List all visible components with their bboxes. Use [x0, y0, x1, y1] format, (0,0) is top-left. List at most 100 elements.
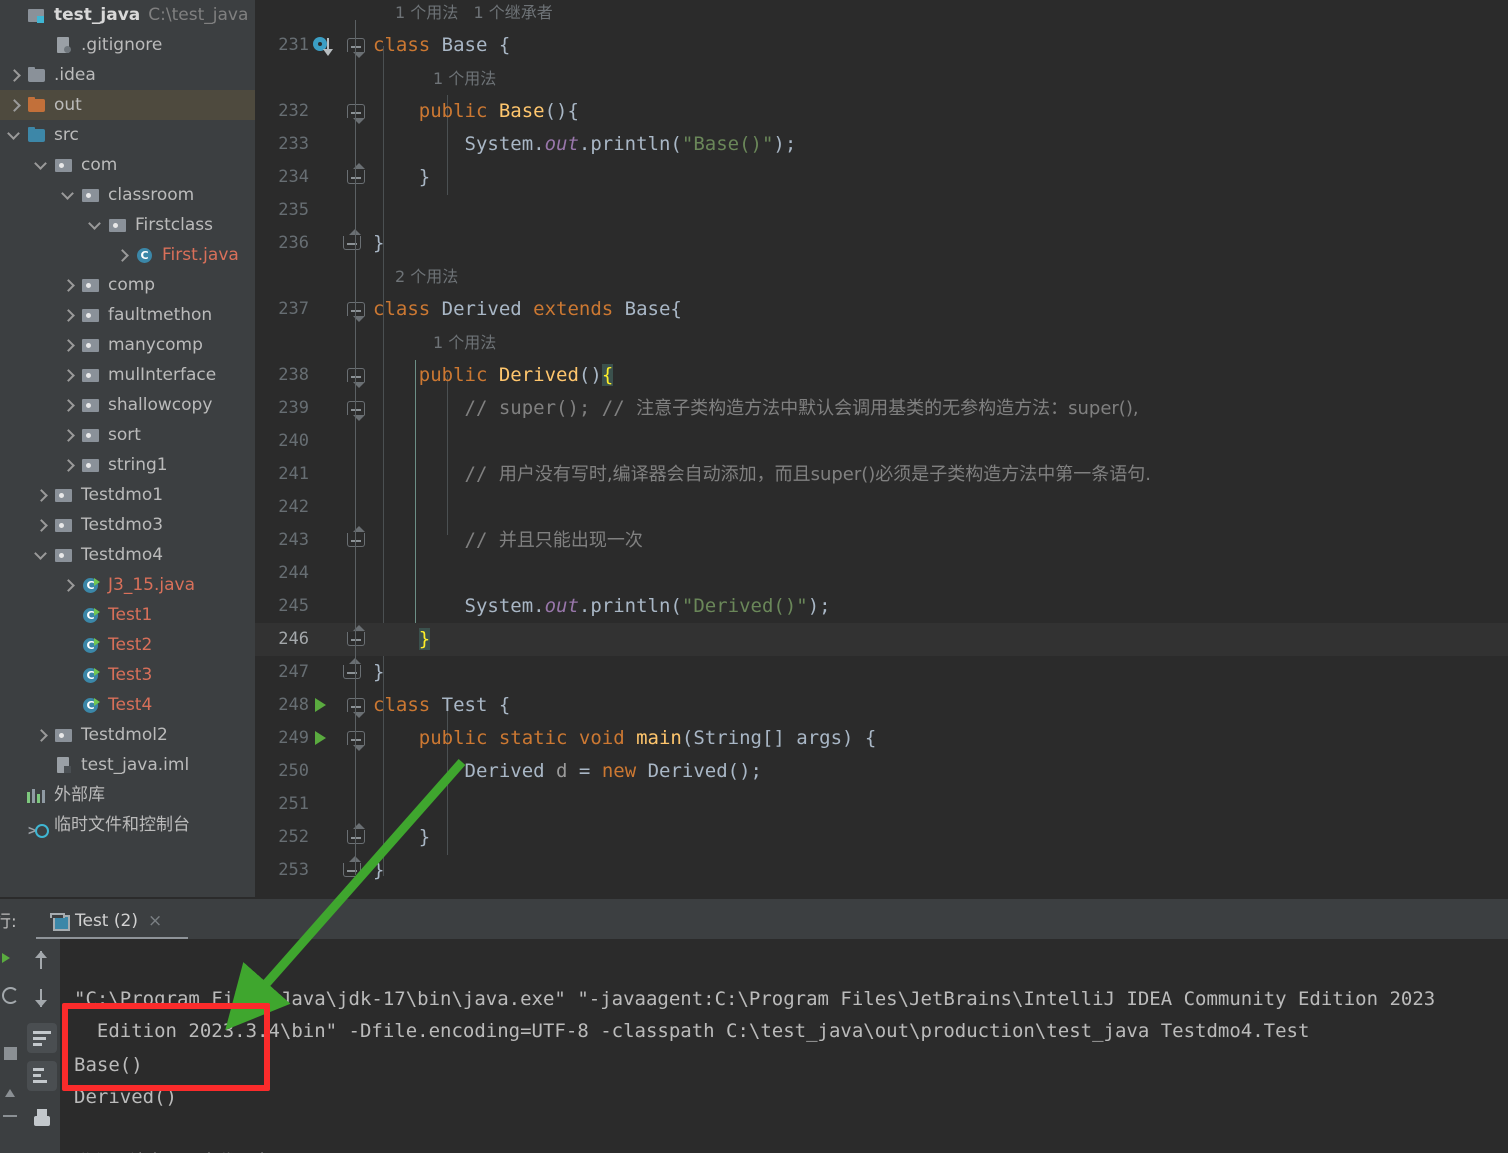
chevron-down-icon[interactable] — [35, 548, 49, 562]
editor-line[interactable]: 251 — [255, 788, 1508, 821]
code-fold-close-icon[interactable] — [347, 823, 365, 844]
minimize-icon[interactable] — [3, 1115, 17, 1117]
editor-line[interactable]: 235 — [255, 194, 1508, 227]
editor-line[interactable]: 247} — [255, 656, 1508, 689]
chevron-right-icon[interactable] — [62, 278, 76, 292]
chevron-right-icon[interactable] — [62, 398, 76, 412]
code-fold-close-icon[interactable] — [343, 229, 361, 250]
tree-item-mulinterface[interactable]: mulInterface — [0, 360, 255, 390]
code-fold-open-icon[interactable] — [347, 104, 365, 124]
restart-icon[interactable] — [2, 987, 19, 1004]
tree-item-test-java-iml[interactable]: test_java.iml — [0, 750, 255, 780]
tree-item-j3-15-java[interactable]: J3_15.java — [0, 570, 255, 600]
close-icon[interactable]: × — [148, 911, 162, 931]
code-fold-close-icon[interactable] — [343, 658, 361, 679]
inlay-usage-hint[interactable]: 1 个用法 1 个继承者 — [395, 0, 553, 28]
code-fold-open-icon[interactable] — [347, 401, 365, 421]
rerun-icon[interactable] — [2, 953, 10, 963]
tree-item-faultmethon[interactable]: faultmethon — [0, 300, 255, 330]
code-fold-close-icon[interactable] — [347, 625, 365, 646]
editor-line[interactable]: 237 class Derived extends Base{ — [255, 293, 1508, 326]
tree-item-testdmo3[interactable]: Testdmo3 — [0, 510, 255, 540]
code-fold-open-icon[interactable] — [347, 302, 365, 322]
tree-item-firstclass[interactable]: Firstclass — [0, 210, 255, 240]
run-gutter-icon[interactable] — [315, 731, 326, 745]
run-tab-test[interactable]: Test (2) × — [40, 903, 172, 939]
inlay-usage-hint[interactable]: 1 个用法 — [433, 328, 496, 358]
tree-item-test2[interactable]: Test2 — [0, 630, 255, 660]
collapse-icon[interactable] — [5, 1089, 15, 1097]
run-controls-strip[interactable] — [0, 939, 22, 1153]
chevron-right-icon[interactable] — [35, 488, 49, 502]
chevron-right-icon[interactable] — [8, 68, 22, 82]
tree-item-src[interactable]: src — [0, 120, 255, 150]
inlay-usage-hint[interactable]: 1 个用法 — [433, 64, 496, 94]
chevron-right-icon[interactable] — [62, 368, 76, 382]
scroll-down-button[interactable] — [27, 983, 57, 1013]
tree-item-first-java[interactable]: First.java — [0, 240, 255, 270]
code-fold-open-icon[interactable] — [347, 368, 365, 388]
tree-item--gitignore[interactable]: .gitignore — [0, 30, 255, 60]
tree-item-classroom[interactable]: classroom — [0, 180, 255, 210]
code-fold-open-icon[interactable] — [347, 698, 365, 718]
editor-line[interactable]: 232 public Base(){ — [255, 95, 1508, 128]
tree-item--[interactable]: 临时文件和控制台 — [0, 810, 255, 846]
tree-item-test1[interactable]: Test1 — [0, 600, 255, 630]
chevron-down-icon[interactable] — [35, 158, 49, 172]
tree-item-test3[interactable]: Test3 — [0, 660, 255, 690]
scroll-up-button[interactable] — [27, 945, 57, 975]
code-fold-close-icon[interactable] — [347, 163, 365, 184]
chevron-down-icon[interactable] — [8, 128, 22, 142]
tree-item-com[interactable]: com — [0, 150, 255, 180]
console-output[interactable]: "C:\Program Files\Java\jdk-17\bin\java.e… — [60, 939, 1508, 1153]
tree-item-comp[interactable]: comp — [0, 270, 255, 300]
tree-item--idea[interactable]: .idea — [0, 60, 255, 90]
editor-line[interactable]: 250 Derived d = new Derived(); — [255, 755, 1508, 788]
editor-line[interactable]: 245 System.out.println("Derived()"); — [255, 590, 1508, 623]
editor-line[interactable]: 236} — [255, 227, 1508, 260]
chevron-right-icon[interactable] — [62, 578, 76, 592]
scroll-to-end-button[interactable] — [27, 1061, 57, 1091]
editor-line[interactable]: 241 // 用户没有写时,编译器会自动添加，而且super()必须是子类构造方… — [255, 458, 1508, 491]
chevron-right-icon[interactable] — [62, 428, 76, 442]
editor-line[interactable]: 249 public static void main(String[] arg… — [255, 722, 1508, 755]
tree-item-shallowcopy[interactable]: shallowcopy — [0, 390, 255, 420]
chevron-right-icon[interactable] — [62, 458, 76, 472]
overridden-arrow-icon[interactable] — [323, 38, 333, 56]
chevron-right-icon[interactable] — [62, 308, 76, 322]
code-fold-close-icon[interactable] — [343, 856, 361, 877]
tree-item-test4[interactable]: Test4 — [0, 690, 255, 720]
chevron-right-icon[interactable] — [8, 98, 22, 112]
editor-line[interactable]: 234 } — [255, 161, 1508, 194]
tree-item-string1[interactable]: string1 — [0, 450, 255, 480]
editor-line[interactable]: 244 — [255, 557, 1508, 590]
stop-icon[interactable] — [4, 1047, 17, 1060]
editor-line[interactable]: 243 // 并且只能出现一次 — [255, 524, 1508, 557]
print-button[interactable] — [27, 1105, 57, 1135]
tree-item-test-java[interactable]: test_java C:\test_java — [0, 0, 255, 30]
tree-item-testdmo4[interactable]: Testdmo4 — [0, 540, 255, 570]
editor-line[interactable]: 252 } — [255, 821, 1508, 854]
tree-item-manycomp[interactable]: manycomp — [0, 330, 255, 360]
chevron-right-icon[interactable] — [116, 248, 130, 262]
editor-line[interactable]: 253} — [255, 854, 1508, 887]
project-tree-panel[interactable]: test_java C:\test_java .gitignore .idea out s… — [0, 0, 255, 897]
editor-line[interactable]: 246 } — [255, 623, 1508, 657]
editor-line[interactable]: 242 — [255, 491, 1508, 524]
editor-line[interactable]: 238 public Derived(){ — [255, 359, 1508, 392]
inlay-usage-hint[interactable]: 2 个用法 — [395, 262, 458, 292]
code-fold-open-icon[interactable] — [347, 731, 365, 751]
run-gutter-icon[interactable] — [315, 698, 326, 712]
tree-item-out[interactable]: out — [0, 90, 255, 120]
code-fold-close-icon[interactable] — [347, 526, 365, 547]
chevron-down-icon[interactable] — [89, 218, 103, 232]
code-fold-open-icon[interactable] — [347, 38, 365, 58]
chevron-right-icon[interactable] — [35, 728, 49, 742]
console-toolbar[interactable] — [22, 939, 60, 1153]
tree-item-testdmo1[interactable]: Testdmo1 — [0, 480, 255, 510]
chevron-right-icon[interactable] — [62, 338, 76, 352]
tree-item--[interactable]: 外部库 — [0, 780, 255, 810]
editor-line[interactable]: 239 // super(); // 注意子类构造方法中默认会调用基类的无参构造… — [255, 392, 1508, 425]
code-editor[interactable]: 1 个用法 1 个继承者 1 个用法 2 个用法 1 个用法 231 class Base… — [255, 0, 1508, 897]
editor-line[interactable]: 231 class Base { — [255, 29, 1508, 62]
